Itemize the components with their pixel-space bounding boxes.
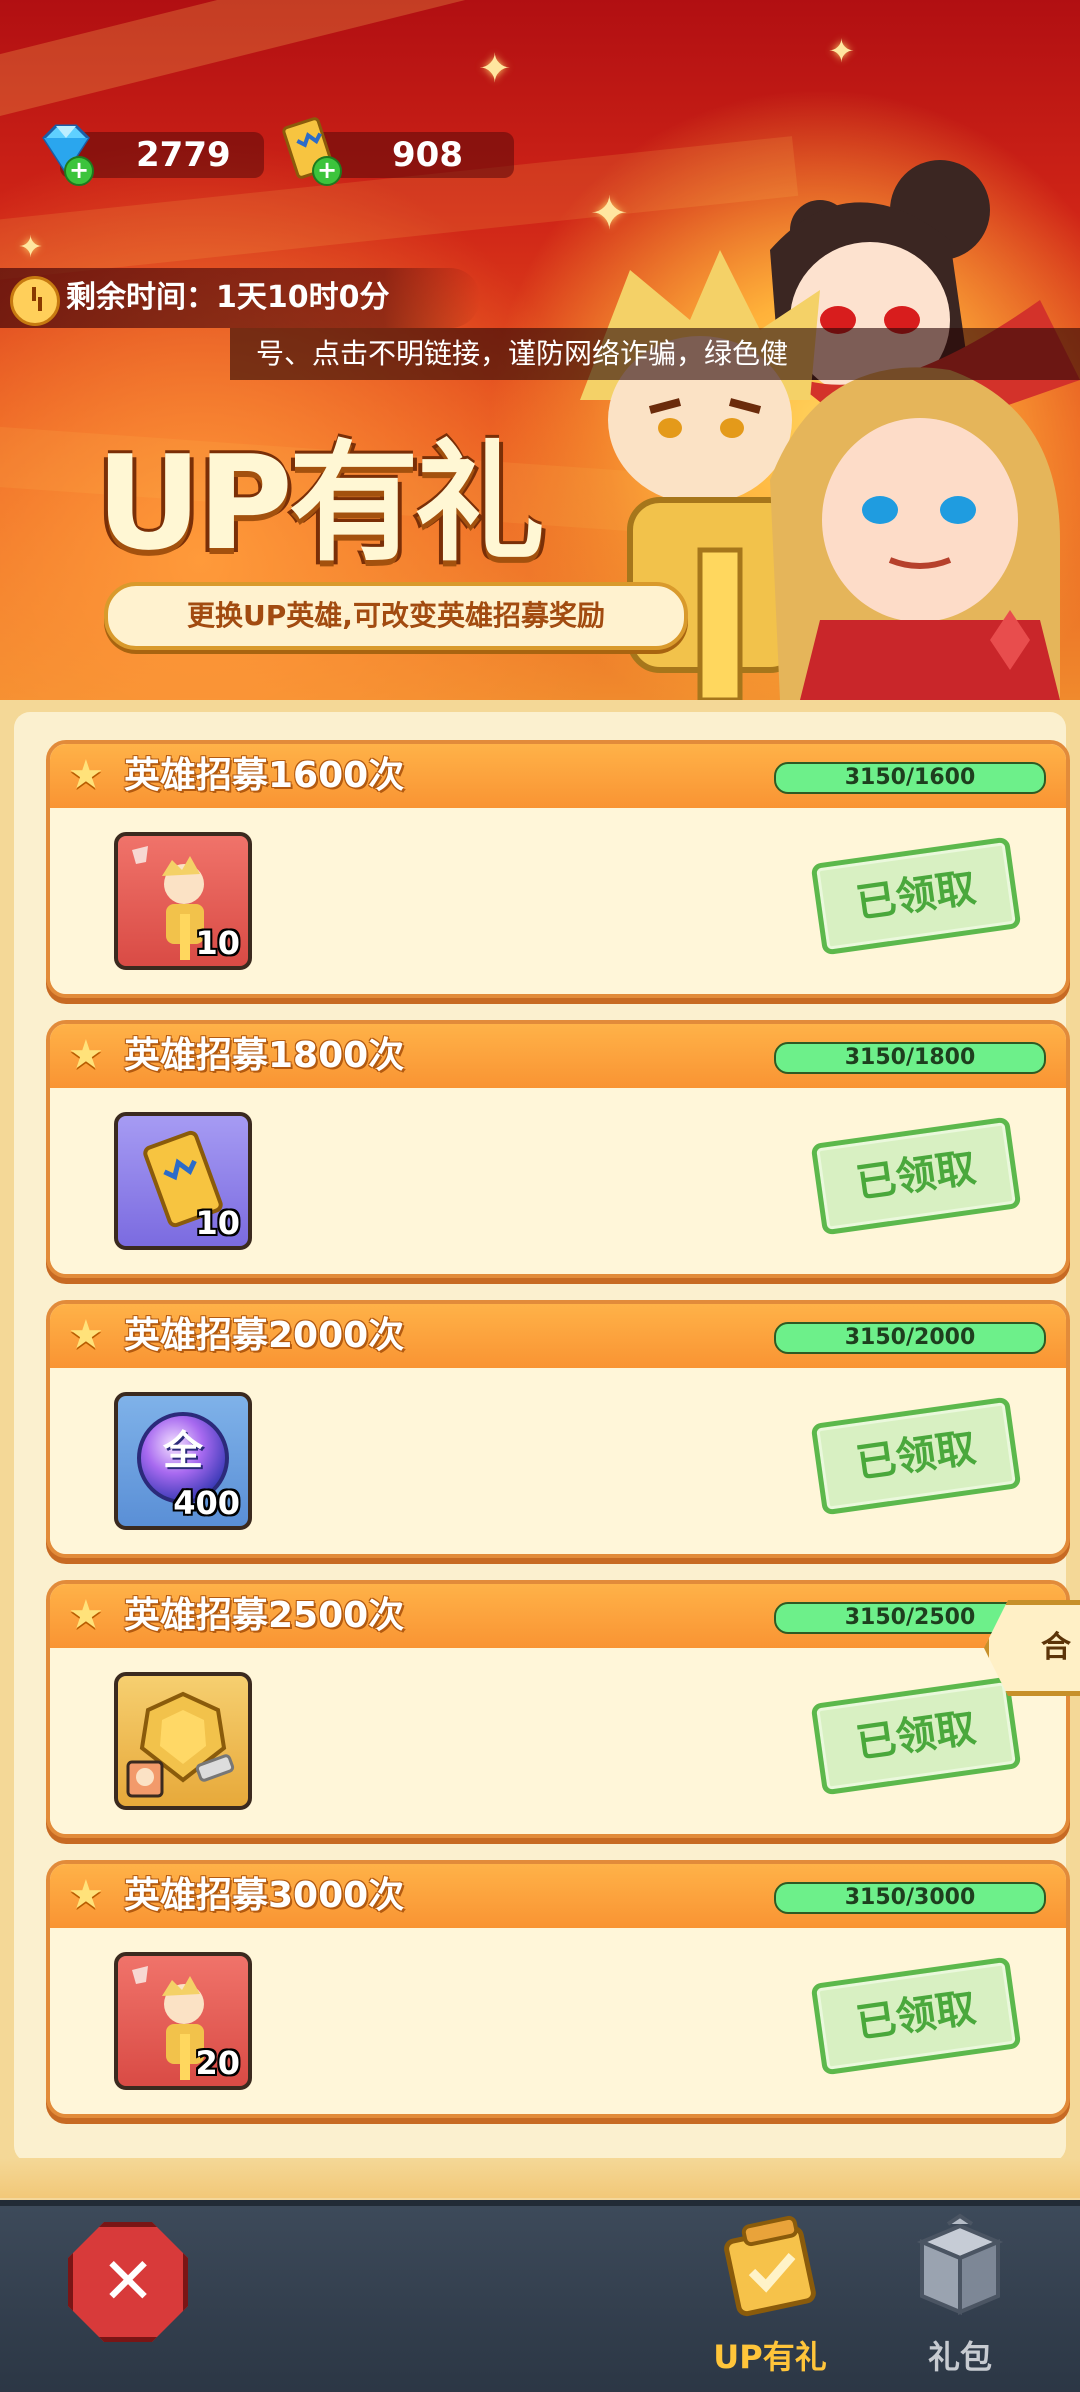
remaining-time: 剩余时间：1天10时0分 xyxy=(66,280,390,315)
progress-text: 3150/1600 xyxy=(844,765,976,790)
scroll-icon xyxy=(724,2215,816,2317)
reward-card: ★ 英雄招募1800次 3150/1800 10 已领取 xyxy=(46,1020,1070,1278)
claimed-stamp: 已领取 xyxy=(810,1116,1022,1236)
reward-card-body: 已领取 xyxy=(50,1648,1066,1834)
progress-bar: 3150/1800 xyxy=(774,1042,1046,1074)
notice-text: 号、点击不明链接，谨防网络诈骗，绿色健 xyxy=(256,337,789,370)
ticket-count: 908 xyxy=(392,135,463,175)
item-quantity: 10 xyxy=(195,924,240,962)
tab-up-gift[interactable]: UP有礼 xyxy=(700,2212,840,2382)
reward-title: 英雄招募1800次 xyxy=(124,1035,405,1076)
reward-card-header: ★ 英雄招募3000次 3150/3000 xyxy=(50,1864,1066,1928)
star-icon: ★ xyxy=(68,1872,104,1918)
bottom-divider xyxy=(0,2158,1080,2198)
item-quantity: 20 xyxy=(195,2044,240,2082)
armor-icon xyxy=(126,1691,235,1798)
reward-panel: ★ 英雄招募1600次 3150/1600 10 已领取 ★ 英雄招募1800次… xyxy=(0,700,1080,2180)
progress-text: 3150/2000 xyxy=(844,1325,976,1350)
star-icon: ★ xyxy=(68,752,104,798)
light-ray xyxy=(0,0,781,140)
claimed-stamp: 已领取 xyxy=(810,1676,1022,1796)
gold-armor-item[interactable] xyxy=(114,1672,252,1810)
reward-card: ★ 英雄招募2000次 3150/2000 全 400 已领取 xyxy=(46,1300,1070,1558)
reward-card-header: ★ 英雄招募2500次 3150/2500 xyxy=(50,1584,1066,1648)
side-tab-label: 合作 xyxy=(1041,1630,1071,1665)
reward-title: 英雄招募1600次 xyxy=(124,755,405,796)
sparkle-icon: ✦ xyxy=(828,32,855,70)
reward-card-body: 全 400 已领取 xyxy=(50,1368,1066,1554)
item-quantity: 10 xyxy=(195,1204,240,1242)
hero-shard-item[interactable]: 10 xyxy=(114,832,252,970)
notice-bar: 号、点击不明链接，谨防网络诈骗，绿色健 xyxy=(230,328,1080,380)
add-gems-button[interactable]: + xyxy=(64,156,94,186)
event-subtitle: 更换UP英雄,可改变英雄招募奖励 xyxy=(187,599,605,632)
gem-count: 2779 xyxy=(136,135,231,175)
hero-banner: ✦ ✦ ✦ ✦ 2779 + 908 + 剩余时间：1天10时0分 号、点击不明… xyxy=(0,0,1080,700)
star-icon: ★ xyxy=(68,1312,104,1358)
progress-bar: 3150/3000 xyxy=(774,1882,1046,1914)
claimed-stamp: 已领取 xyxy=(810,1956,1022,2076)
claimed-label: 已领取 xyxy=(853,1424,979,1488)
item-quantity: 400 xyxy=(173,1484,240,1522)
event-subtitle-pill: 更换UP英雄,可改变英雄招募奖励 xyxy=(104,582,688,650)
reward-card: ★ 英雄招募2500次 3150/2500 已领取 xyxy=(46,1580,1070,1838)
reward-card: ★ 英雄招募1600次 3150/1600 10 已领取 xyxy=(46,740,1070,998)
orb-char: 全 xyxy=(163,1428,203,1474)
reward-title: 英雄招募3000次 xyxy=(124,1875,405,1916)
claimed-stamp: 已领取 xyxy=(810,836,1022,956)
progress-bar: 3150/1600 xyxy=(774,762,1046,794)
reward-card: ★ 英雄招募3000次 3150/3000 20 已领取 xyxy=(46,1860,1070,2118)
screen: ✦ ✦ ✦ ✦ 2779 + 908 + 剩余时间：1天10时0分 号、点击不明… xyxy=(0,0,1080,2392)
reward-card-body: 20 已领取 xyxy=(50,1928,1066,2114)
reward-card-body: 10 已领取 xyxy=(50,1088,1066,1274)
close-icon: ✕ xyxy=(101,2245,155,2319)
reward-card-body: 10 已领取 xyxy=(50,808,1066,994)
progress-bar: 3150/2000 xyxy=(774,1322,1046,1354)
close-button[interactable]: ✕ xyxy=(68,2222,188,2342)
tab-gift-pack[interactable]: 礼包 xyxy=(890,2212,1030,2382)
tab-label: 礼包 xyxy=(927,2338,992,2376)
claimed-label: 已领取 xyxy=(853,1984,979,2048)
reward-card-header: ★ 英雄招募1600次 3150/1600 xyxy=(50,744,1066,808)
reward-card-header: ★ 英雄招募2000次 3150/2000 xyxy=(50,1304,1066,1368)
claimed-stamp: 已领取 xyxy=(810,1396,1022,1516)
claimed-label: 已领取 xyxy=(853,864,979,928)
clock-icon xyxy=(10,276,60,326)
add-tickets-button[interactable]: + xyxy=(312,156,342,186)
claimed-label: 已领取 xyxy=(853,1144,979,1208)
recruit-ticket-item[interactable]: 10 xyxy=(114,1112,252,1250)
tab-label: UP有礼 xyxy=(713,2338,827,2376)
reward-title: 英雄招募2500次 xyxy=(124,1595,405,1636)
claimed-label: 已领取 xyxy=(853,1704,979,1768)
reward-card-header: ★ 英雄招募1800次 3150/1800 xyxy=(50,1024,1066,1088)
hero-shard-item[interactable]: 20 xyxy=(114,1952,252,2090)
event-title: UP有礼 xyxy=(96,427,545,579)
reward-title: 英雄招募2000次 xyxy=(124,1315,405,1356)
star-icon: ★ xyxy=(68,1032,104,1078)
universal-orb-item[interactable]: 全 400 xyxy=(114,1392,252,1530)
sparkle-icon: ✦ xyxy=(478,46,512,92)
reward-list[interactable]: ★ 英雄招募1600次 3150/1600 10 已领取 ★ 英雄招募1800次… xyxy=(14,712,1070,2162)
star-icon: ★ xyxy=(68,1592,104,1638)
progress-text: 3150/3000 xyxy=(844,1885,976,1910)
progress-text: 3150/1800 xyxy=(844,1045,976,1070)
sparkle-icon: ✦ xyxy=(18,230,44,265)
gift-box-icon xyxy=(916,2213,1004,2316)
